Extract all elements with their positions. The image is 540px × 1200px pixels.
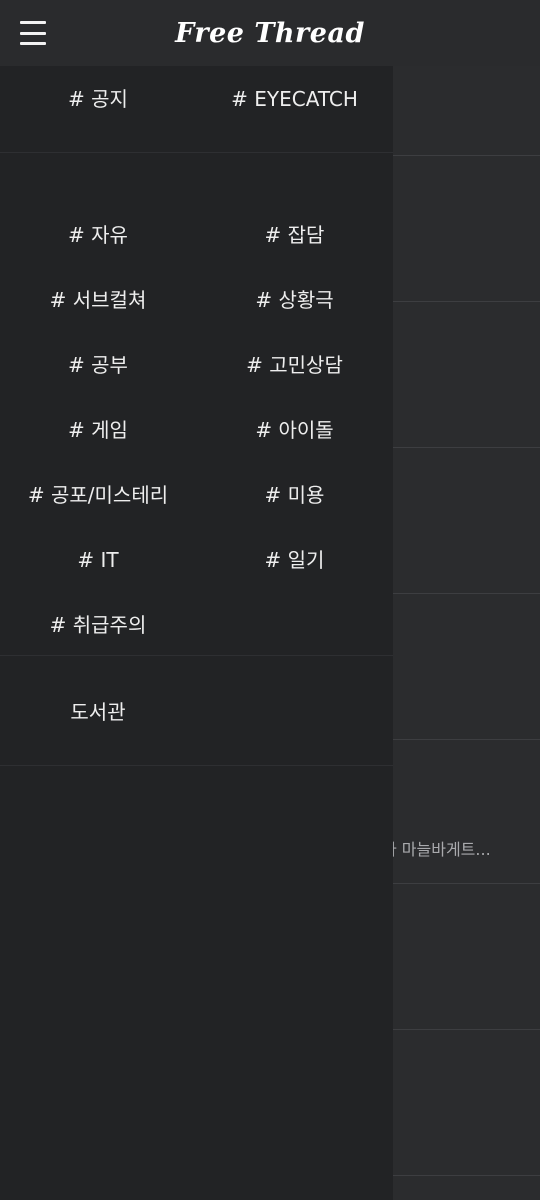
- tag-horror-mystery[interactable]: # 공포/미스테리: [0, 463, 196, 528]
- tag-chat[interactable]: # 잡담: [196, 203, 393, 268]
- tag-it[interactable]: # IT: [0, 528, 196, 593]
- hamburger-menu-icon[interactable]: [20, 21, 46, 45]
- tag-study[interactable]: # 공부: [0, 333, 196, 398]
- app-title: Free Thread: [175, 17, 365, 49]
- tag-idol[interactable]: # 아이돌: [196, 398, 393, 463]
- tag-game[interactable]: # 게임: [0, 398, 196, 463]
- library-link[interactable]: 도서관: [0, 656, 196, 766]
- top-app-bar: Free Thread: [0, 0, 540, 66]
- tag-roleplay[interactable]: # 상황극: [196, 268, 393, 333]
- tag-eyecatch[interactable]: # EYECATCH: [196, 66, 393, 133]
- app-root: Free Thread 다 마늘바게트... # 공지 # EYECATCH #…: [0, 0, 540, 1200]
- tag-free[interactable]: # 자유: [0, 203, 196, 268]
- tag-subculture[interactable]: # 서브컬쳐: [0, 268, 196, 333]
- tag-beauty[interactable]: # 미용: [196, 463, 393, 528]
- tag-handle-with-care[interactable]: # 취급주의: [0, 593, 196, 658]
- feed-row-snippet: 다 마늘바게트...: [382, 840, 491, 859]
- drawer-notice-section: # 공지 # EYECATCH: [0, 66, 393, 153]
- navigation-drawer: # 공지 # EYECATCH # 자유 # 잡담 # 서브컬쳐 # 상황극 #…: [0, 66, 393, 1200]
- tag-diary[interactable]: # 일기: [196, 528, 393, 593]
- drawer-library-section: 도서관: [0, 656, 393, 766]
- tag-counseling[interactable]: # 고민상담: [196, 333, 393, 398]
- tag-notice[interactable]: # 공지: [0, 66, 196, 133]
- drawer-boards-section: # 자유 # 잡담 # 서브컬쳐 # 상황극 # 공부 # 고민상담 # 게임 …: [0, 153, 393, 656]
